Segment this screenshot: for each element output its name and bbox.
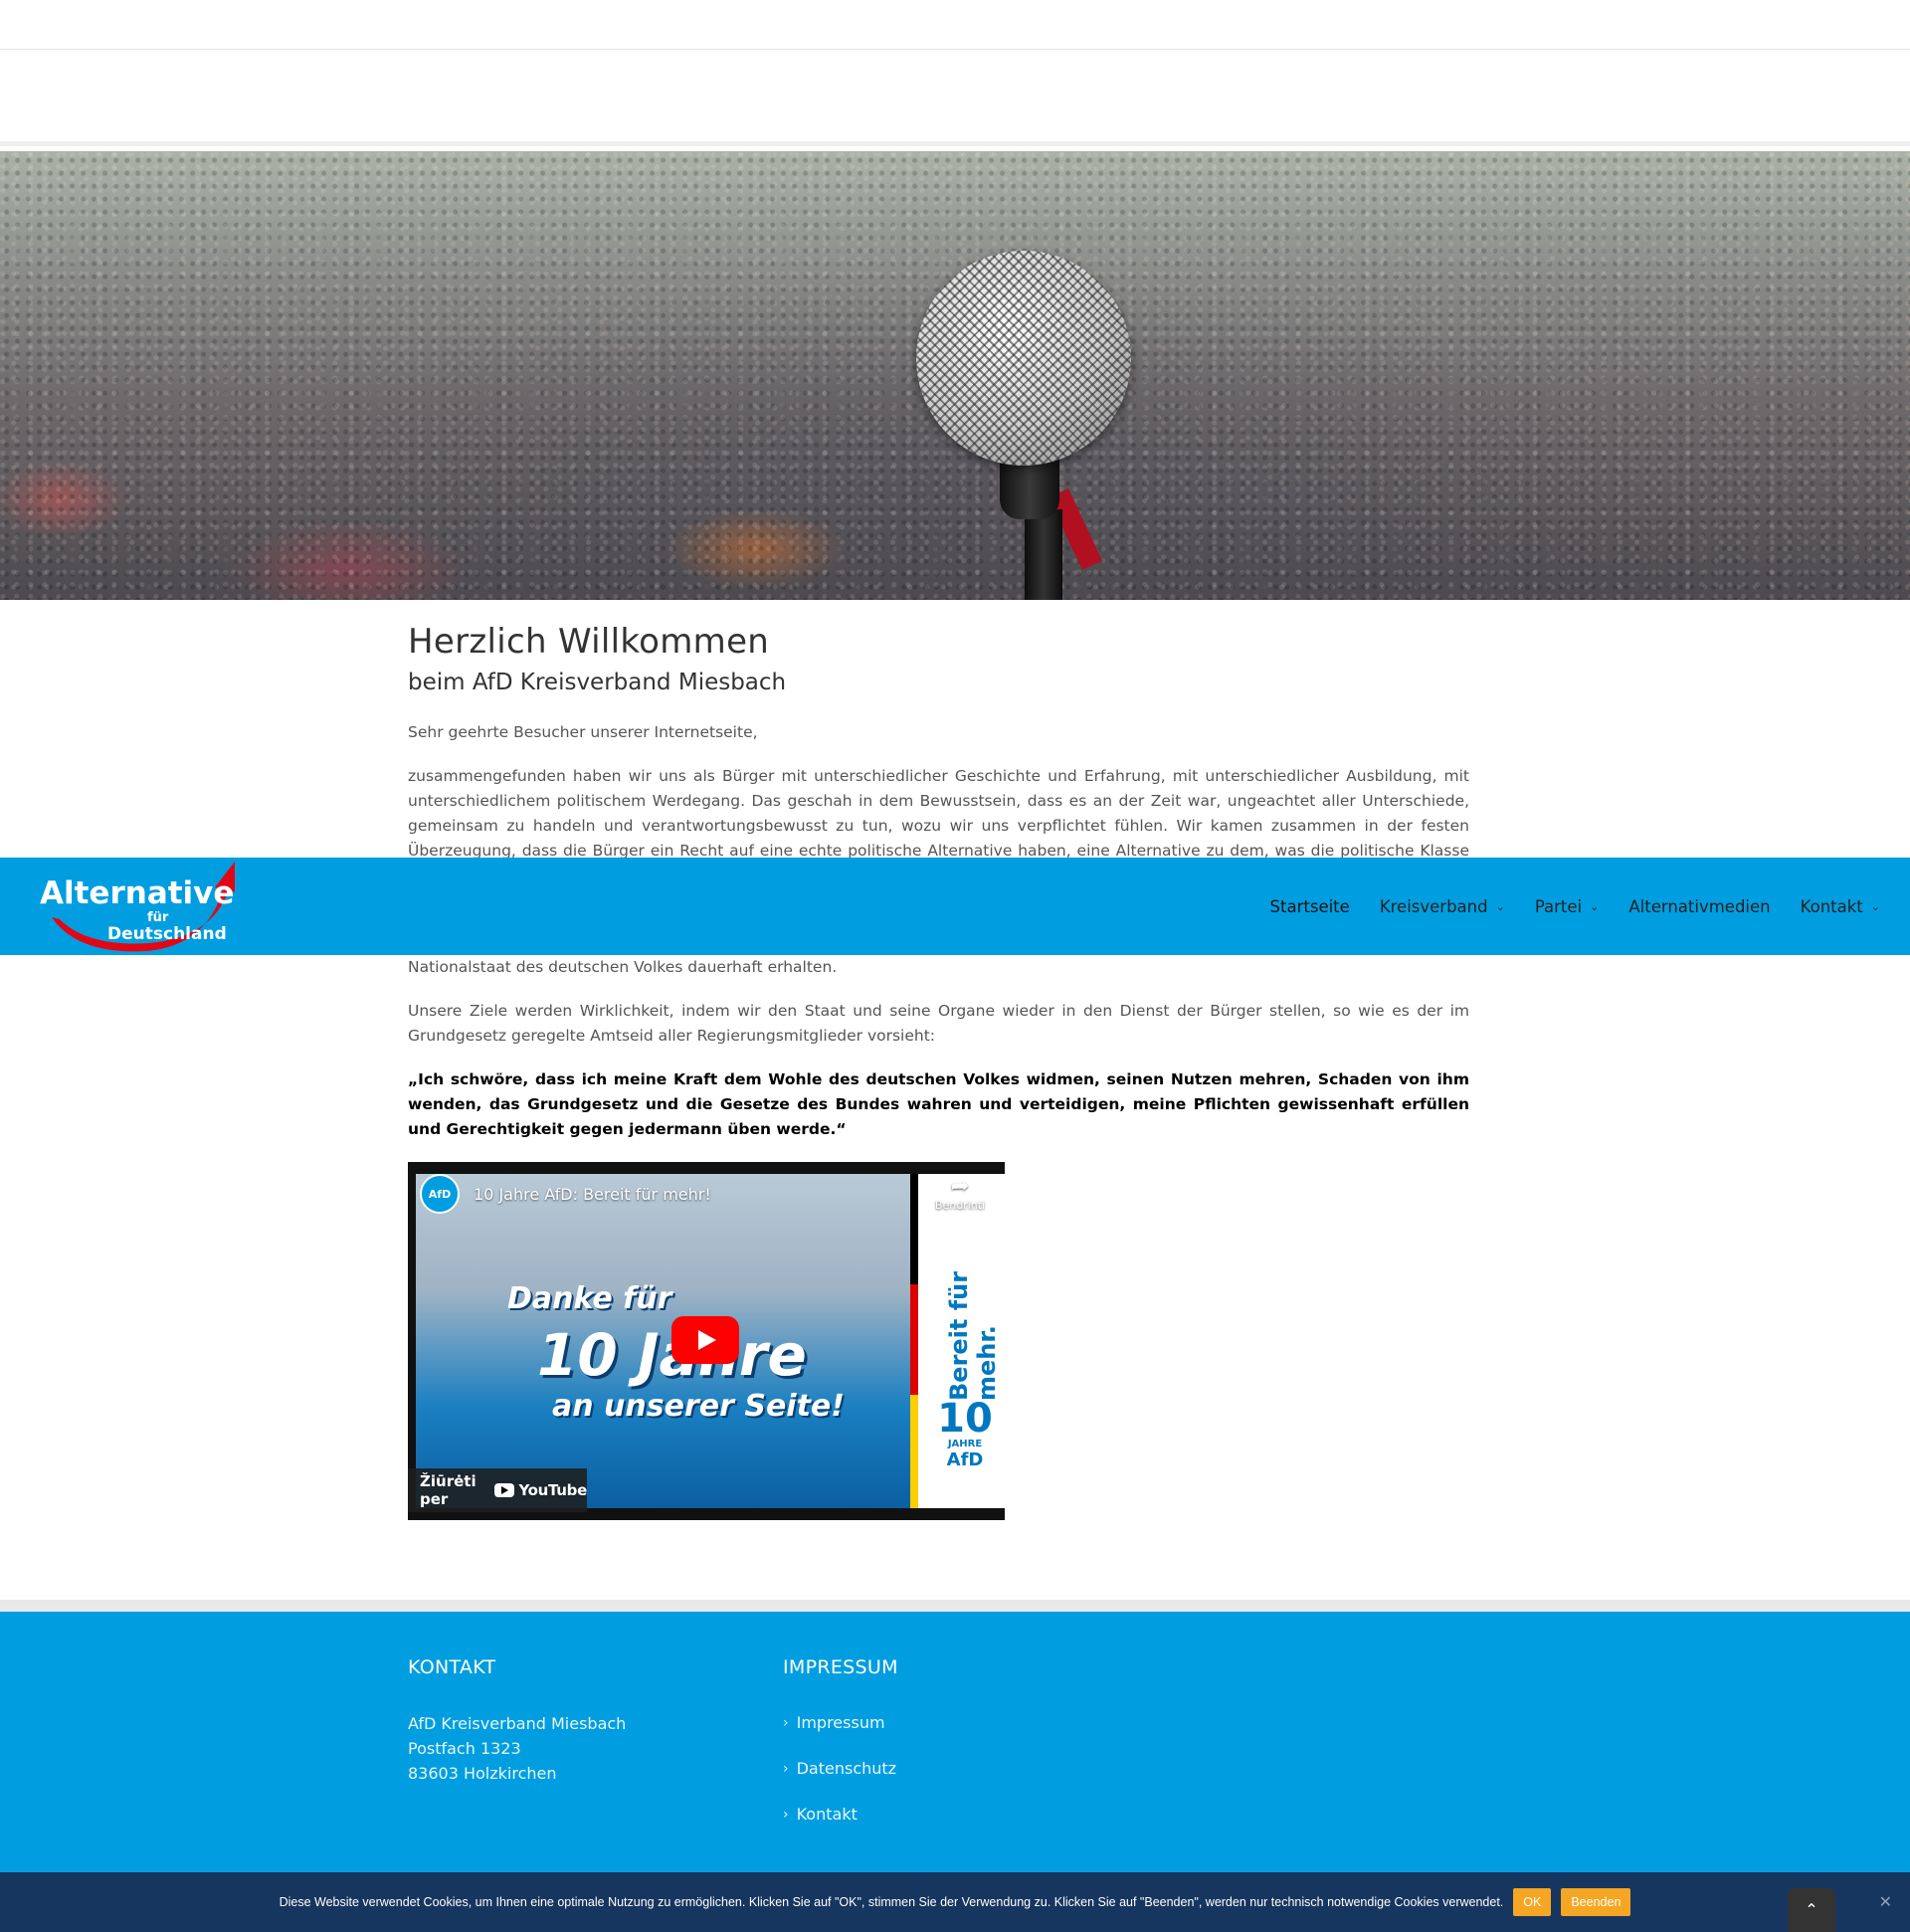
footer-link-kontakt[interactable]: › Kontakt xyxy=(783,1805,858,1824)
cookie-beenden-button[interactable]: Beenden xyxy=(1561,1888,1631,1916)
footer-link-label: Datenschutz xyxy=(796,1759,897,1778)
footer-address-line-2: Postfach 1323 xyxy=(408,1739,521,1758)
footer-link-datenschutz[interactable]: › Datenschutz xyxy=(783,1759,896,1778)
footer-link-label: Kontakt xyxy=(796,1805,858,1824)
chevron-down-icon: ⌄ xyxy=(1870,899,1880,913)
youtube-wordmark: YouTube xyxy=(518,1481,587,1499)
chevron-up-icon[interactable]: ⌃ xyxy=(1788,1888,1835,1932)
video-headline-3: an unserer Seite! xyxy=(552,1389,845,1424)
german-flag-stripe xyxy=(910,1174,918,1508)
paragraph-continued: Nationalstaat des deutschen Volkes dauer… xyxy=(408,958,838,976)
video-side-slogan: Bereit für mehr. xyxy=(945,1270,1001,1401)
chevron-right-icon: › xyxy=(783,1714,789,1731)
header-spacer xyxy=(0,50,1910,146)
page-subtitle: beim AfD Kreisverband Miesbach xyxy=(408,670,787,695)
video-title[interactable]: 10 Jahre AfD: Bereit für mehr! xyxy=(474,1185,711,1204)
page-title: Herzlich Willkommen xyxy=(408,622,770,662)
footer-link-impressum[interactable]: › Impressum xyxy=(783,1713,885,1732)
chevron-right-icon: › xyxy=(783,1760,789,1777)
afd-logo[interactable]: Alternative für Deutschland xyxy=(38,860,235,953)
chevron-down-icon: ⌄ xyxy=(1590,899,1600,913)
nav-item-kreisverband[interactable]: Kreisverband ⌄ xyxy=(1380,897,1505,916)
top-bar xyxy=(0,0,1910,50)
share-icon: ➦ xyxy=(950,1174,970,1199)
footer-separator xyxy=(0,1600,1910,1612)
channel-avatar[interactable]: AfD xyxy=(420,1174,460,1214)
nav-label: Partei xyxy=(1534,896,1583,916)
ten-years-number: 10 xyxy=(937,1396,993,1442)
footer-link-label: Impressum xyxy=(796,1713,885,1732)
nav-item-alternativmedien[interactable]: Alternativmedien xyxy=(1628,897,1770,916)
ten-years-afd: AfD xyxy=(946,1449,984,1470)
cookie-banner: Diese Website verwendet Cookies, um Ihne… xyxy=(0,1872,1910,1932)
video-headline-1: Danke für xyxy=(507,1281,672,1316)
footer-kontakt-heading: KONTAKT xyxy=(408,1656,496,1678)
cookie-message: Diese Website verwendet Cookies, um Ihne… xyxy=(279,1895,1504,1909)
goals-paragraph: Unsere Ziele werden Wirklichkeit, indem … xyxy=(408,1002,1469,1045)
nav-label: Kontakt xyxy=(1800,896,1863,916)
youtube-logo: YouTube xyxy=(494,1481,587,1499)
chevron-right-icon: › xyxy=(783,1806,789,1823)
greeting-text: Sehr geehrte Besucher unserer Internetse… xyxy=(408,723,758,741)
nav-label: Alternativmedien xyxy=(1628,896,1771,916)
logo-word-alternative: Alternative xyxy=(40,875,234,911)
nav-label: Kreisverband xyxy=(1379,896,1488,916)
footer-address-line-1: AfD Kreisverband Miesbach xyxy=(408,1714,627,1733)
hero-mic-head xyxy=(916,251,1131,466)
oath-quote: „Ich schwöre, dass ich meine Kraft dem W… xyxy=(408,1070,1469,1138)
video-title-row: AfD 10 Jahre AfD: Bereit für mehr! xyxy=(420,1174,711,1214)
share-button[interactable]: ➦ Bendrinti xyxy=(925,1174,995,1212)
play-button[interactable] xyxy=(671,1316,739,1364)
nav-item-kontakt[interactable]: Kontakt ⌄ xyxy=(1801,897,1880,916)
nav-item-partei[interactable]: Partei ⌄ xyxy=(1535,897,1600,916)
ten-years-badge: 10 JAHRE AfD xyxy=(933,1399,997,1470)
close-icon[interactable]: ✕ xyxy=(1879,1892,1892,1911)
watch-on-label: Žiūrėti per xyxy=(420,1472,477,1508)
footer-impressum-heading: IMPRESSUM xyxy=(783,1656,898,1678)
footer-address-line-3: 83603 Holzkirchen xyxy=(408,1764,557,1783)
nav-label: Startseite xyxy=(1269,896,1350,916)
hero-mic-stand xyxy=(1025,509,1062,600)
share-label: Bendrinti xyxy=(934,1199,986,1212)
youtube-video-embed[interactable]: Bereit für mehr. 10 JAHRE AfD Danke für … xyxy=(408,1162,1005,1520)
nav-item-startseite[interactable]: Startseite xyxy=(1270,897,1350,916)
main-navigation: Startseite Kreisverband ⌄ Partei ⌄ Alter… xyxy=(1270,858,1880,955)
logo-word-fuer: für xyxy=(147,910,169,925)
youtube-play-icon xyxy=(494,1483,515,1497)
chevron-down-icon: ⌄ xyxy=(1495,899,1505,913)
watch-on-youtube-button[interactable]: Žiūrėti per YouTube xyxy=(408,1468,587,1512)
hero-image-microphone xyxy=(0,151,1910,600)
cookie-ok-button[interactable]: OK xyxy=(1513,1888,1552,1916)
logo-word-deutschland: Deutschland xyxy=(107,924,227,944)
